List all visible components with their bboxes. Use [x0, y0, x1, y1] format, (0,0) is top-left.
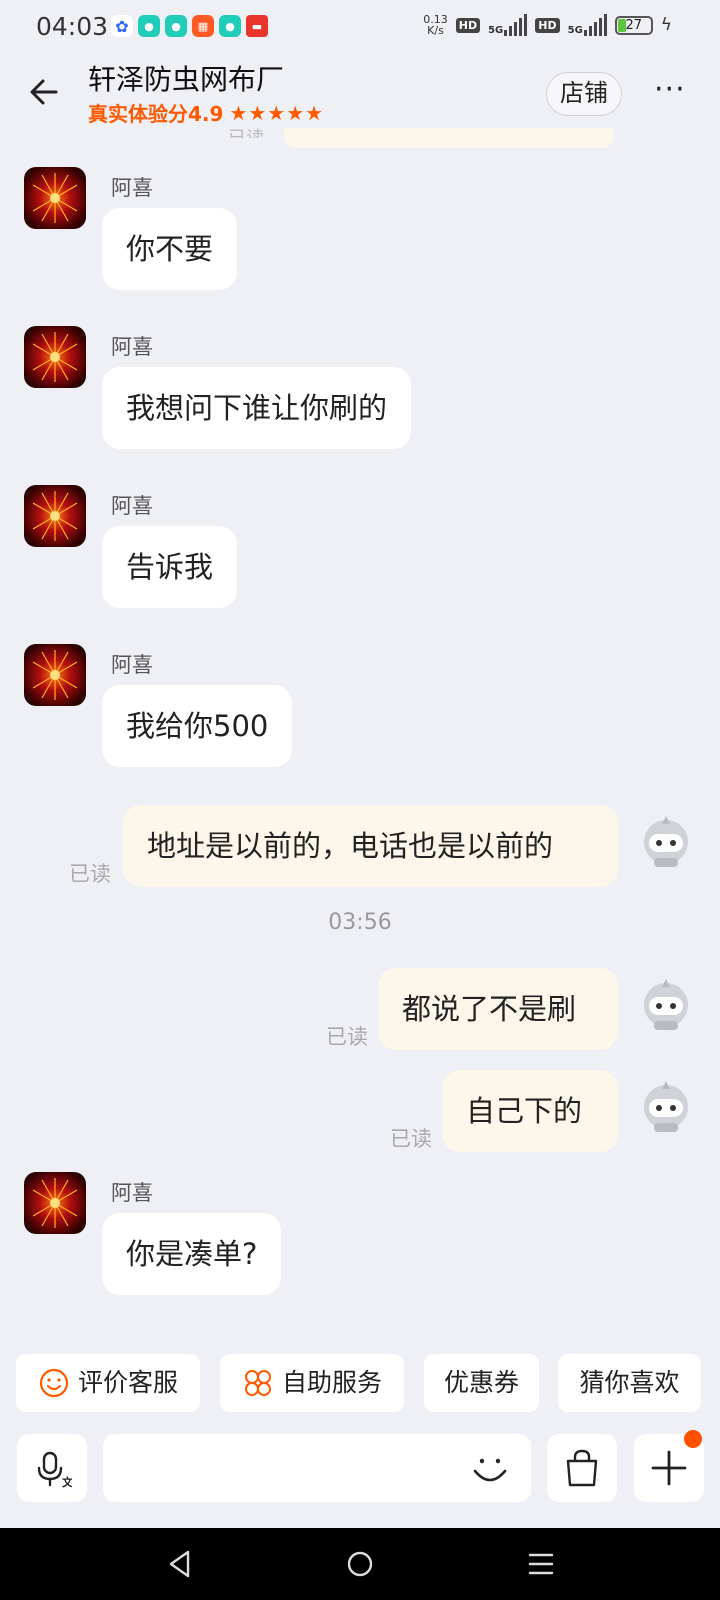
- star-rating: ★★★★★: [229, 100, 325, 125]
- seller-avatar[interactable]: [24, 485, 86, 547]
- chat-header: 轩泽防虫网布厂 真实体验分4.9 ★★★★★ 店铺 ···: [0, 52, 720, 138]
- more-options-icon[interactable]: ···: [654, 72, 686, 107]
- hd-voice-icon: HD: [455, 17, 481, 33]
- network-speed: 0.13 K/s: [423, 13, 448, 37]
- sender-name: 阿喜: [111, 494, 153, 518]
- read-status: 已读: [228, 124, 264, 138]
- user-avatar[interactable]: [640, 812, 692, 868]
- status-indicators: 0.13 K/s HD 5G HD 5G 27 ϟ: [423, 14, 672, 36]
- shop-name[interactable]: 轩泽防虫网布厂: [88, 58, 284, 98]
- sender-name: 阿喜: [111, 176, 153, 200]
- status-bar: 04:03 ✿ ● ● ▦ ● ▬ 0.13 K/s HD 5G HD 5G 2…: [0, 0, 720, 52]
- baidu-paw-icon: ✿: [111, 15, 133, 37]
- plus-icon: [651, 1450, 687, 1486]
- guess-you-like-chip[interactable]: 猜你喜欢: [558, 1354, 701, 1412]
- self-service-chip[interactable]: 自助服务: [220, 1354, 404, 1412]
- clock: 04:03: [36, 12, 109, 41]
- message-bubble-outgoing-partial[interactable]: [284, 128, 614, 148]
- message-bubble-outgoing[interactable]: 自己下的: [442, 1070, 618, 1152]
- nav-home-icon[interactable]: [345, 1548, 375, 1580]
- nav-back-icon[interactable]: [166, 1548, 194, 1580]
- back-arrow-icon[interactable]: [26, 74, 62, 116]
- chat-app-icon-2: ●: [165, 15, 187, 37]
- signal-icon: 5G: [488, 14, 528, 36]
- message-bubble-incoming[interactable]: 你不要: [102, 208, 238, 290]
- coupons-chip[interactable]: 优惠券: [424, 1354, 539, 1412]
- seller-avatar[interactable]: [24, 1172, 86, 1234]
- message-bubble-incoming[interactable]: 我想问下谁让你刷的: [102, 367, 412, 449]
- read-status: 已读: [69, 862, 111, 886]
- read-status: 已读: [390, 1127, 432, 1151]
- message-bubble-incoming[interactable]: 我给你500: [102, 685, 293, 767]
- notification-icons: ✿ ● ● ▦ ● ▬: [111, 15, 268, 37]
- clover-icon: [242, 1367, 274, 1399]
- hd-voice-icon-2: HD: [535, 17, 560, 33]
- charging-icon: ϟ: [660, 15, 672, 35]
- user-avatar[interactable]: [640, 1077, 692, 1133]
- system-nav-bar: [0, 1528, 720, 1600]
- microphone-icon: 文: [37, 1451, 72, 1488]
- message-bubble-outgoing[interactable]: 地址是以前的，电话也是以前的: [123, 805, 618, 887]
- read-status: 已读: [326, 1025, 368, 1049]
- signal-icon-2: 5G: [568, 14, 607, 36]
- sender-name: 阿喜: [111, 653, 153, 677]
- message-timestamp: 03:56: [328, 910, 392, 935]
- user-avatar[interactable]: [640, 975, 692, 1031]
- message-bubble-outgoing[interactable]: 都说了不是刷: [378, 968, 618, 1050]
- message-input[interactable]: [103, 1434, 531, 1502]
- message-bubble-incoming[interactable]: 告诉我: [102, 526, 238, 608]
- shopping-bag-icon: [566, 1449, 598, 1487]
- store-button[interactable]: 店铺: [546, 72, 622, 116]
- seller-avatar[interactable]: [24, 644, 86, 706]
- message-bubble-incoming[interactable]: 你是凑单?: [102, 1213, 282, 1295]
- news-app-icon: ▬: [246, 15, 268, 37]
- sender-name: 阿喜: [111, 1181, 153, 1205]
- notification-dot: [684, 1430, 702, 1448]
- grid-app-icon: ▦: [192, 15, 214, 37]
- battery-icon: 27: [614, 15, 653, 35]
- smiley-icon: [38, 1367, 70, 1399]
- chat-app-icon-3: ●: [219, 15, 241, 37]
- chat-app-icon: ●: [138, 15, 160, 37]
- nav-recents-icon[interactable]: [527, 1548, 555, 1580]
- rate-service-chip[interactable]: 评价客服: [16, 1354, 200, 1412]
- svg-text:文: 文: [62, 1475, 72, 1488]
- seller-avatar[interactable]: [24, 167, 86, 229]
- orders-button[interactable]: [547, 1434, 617, 1502]
- seller-avatar[interactable]: [24, 326, 86, 388]
- experience-score: 真实体验分4.9 ★★★★★: [88, 100, 325, 127]
- emoji-icon[interactable]: [468, 1447, 512, 1495]
- sender-name: 阿喜: [111, 335, 153, 359]
- voice-to-text-button[interactable]: 文: [17, 1434, 87, 1502]
